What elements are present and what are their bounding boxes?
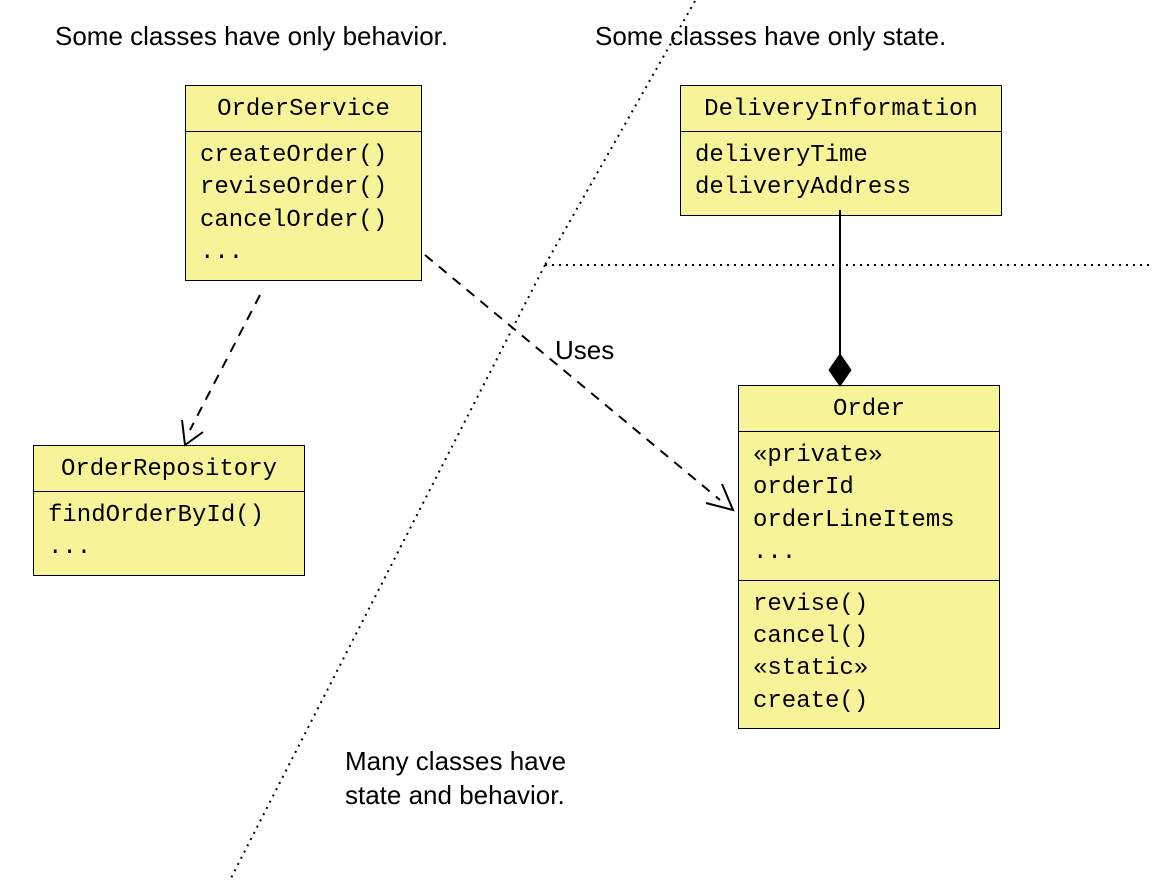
class-delivery-information: DeliveryInformation deliveryTime deliver… [680,85,1002,216]
caption-state-and-behavior: Many classes have state and behavior. [345,745,566,813]
class-title: Order [739,386,999,432]
class-title: OrderRepository [34,446,304,492]
uml-diagram: Some classes have only behavior. Some cl… [0,0,1152,880]
class-methods: createOrder() reviseOrder() cancelOrder(… [186,132,421,280]
class-methods: revise() cancel() «static» create() [739,581,999,729]
caption-state-only: Some classes have only state. [595,20,946,54]
class-attributes: «private» orderId orderLineItems ... [739,432,999,581]
class-order-repository: OrderRepository findOrderById() ... [33,445,305,576]
class-methods: findOrderById() ... [34,492,304,575]
caption-behavior-only: Some classes have only behavior. [55,20,448,54]
class-order-service: OrderService createOrder() reviseOrder()… [185,85,422,281]
class-title: DeliveryInformation [681,86,1001,132]
class-order: Order «private» orderId orderLineItems .… [738,385,1000,729]
class-title: OrderService [186,86,421,132]
class-attributes: deliveryTime deliveryAddress [681,132,1001,215]
uses-label: Uses [555,335,614,366]
